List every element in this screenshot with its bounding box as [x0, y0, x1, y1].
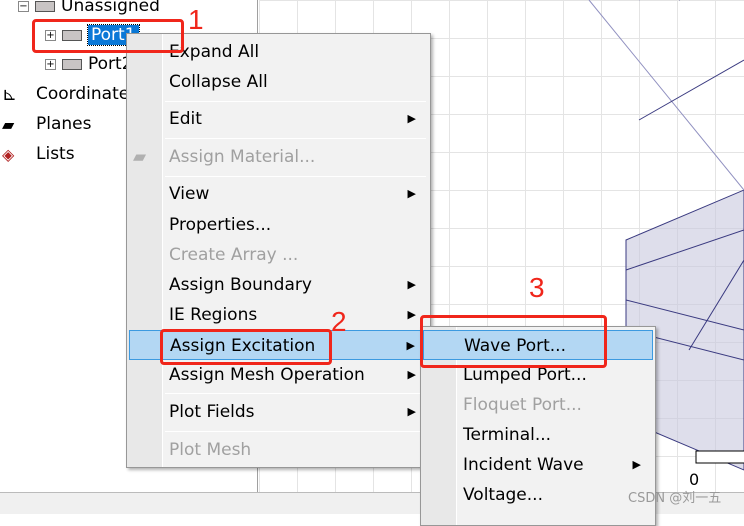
annotation-box-3	[420, 315, 607, 368]
submenu-arrow-icon: ▶	[632, 458, 641, 471]
separator	[165, 101, 426, 102]
annotation-box-1	[32, 19, 184, 53]
menu-item-properties[interactable]: Properties...	[129, 210, 428, 240]
annotation-box-2	[160, 329, 332, 365]
menu-item-ie-regions[interactable]: IE Regions ▶	[129, 300, 428, 330]
annotation-number-3: 3	[529, 272, 545, 303]
submenu-arrow-icon: ▶	[407, 308, 416, 321]
submenu-arrow-icon: ▶	[406, 339, 415, 352]
annotation-number-1: 1	[188, 4, 204, 35]
separator	[165, 393, 426, 394]
menu-item-plot-mesh[interactable]: Plot Mesh	[129, 435, 428, 465]
menu-item-voltage[interactable]: Voltage...	[423, 480, 653, 510]
collapse-icon[interactable]: −	[18, 0, 29, 12]
object-icon	[62, 58, 82, 70]
menu-item-view[interactable]: View ▶	[129, 179, 428, 209]
separator	[165, 176, 426, 177]
annotation-number-2: 2	[331, 306, 347, 337]
separator	[165, 138, 426, 139]
menu-item-floquet-port[interactable]: Floquet Port...	[423, 390, 653, 420]
menu-item-create-array[interactable]: Create Array ...	[129, 240, 428, 270]
menu-item-assign-boundary[interactable]: Assign Boundary ▶	[129, 270, 428, 300]
coordinate-axes-icon: ⊾	[2, 83, 18, 105]
tree-item-unassigned[interactable]: − Unassigned	[18, 0, 160, 19]
tree-item-port2[interactable]: + Port2	[45, 51, 133, 77]
menu-item-terminal[interactable]: Terminal...	[423, 420, 653, 450]
watermark: CSDN @刘一五	[628, 491, 722, 506]
material-icon: ▰	[133, 147, 147, 167]
context-menu: Expand All Collapse All Edit ▶ ▰ Assign Ma…	[126, 33, 431, 468]
submenu-arrow-icon: ▶	[407, 405, 416, 418]
tree-item-lists[interactable]: ◈ Lists	[2, 141, 75, 167]
object-icon	[35, 0, 55, 12]
menu-item-edit[interactable]: Edit ▶	[129, 104, 428, 134]
expand-icon[interactable]: +	[45, 58, 56, 70]
menu-item-assign-material[interactable]: ▰ Assign Material...	[129, 142, 428, 172]
submenu-arrow-icon: ▶	[407, 278, 416, 291]
submenu-arrow-icon: ▶	[407, 368, 416, 381]
tree-item-planes[interactable]: ▰ Planes	[2, 111, 91, 137]
submenu-arrow-icon: ▶	[407, 187, 416, 200]
separator	[165, 431, 426, 432]
planes-icon: ▰	[2, 114, 15, 134]
submenu-arrow-icon: ▶	[407, 112, 416, 125]
menu-item-incident-wave[interactable]: Incident Wave ▶	[423, 450, 653, 480]
menu-item-collapse-all[interactable]: Collapse All	[129, 67, 428, 97]
menu-item-plot-fields[interactable]: Plot Fields ▶	[129, 397, 428, 427]
lists-icon: ◈	[2, 144, 15, 164]
